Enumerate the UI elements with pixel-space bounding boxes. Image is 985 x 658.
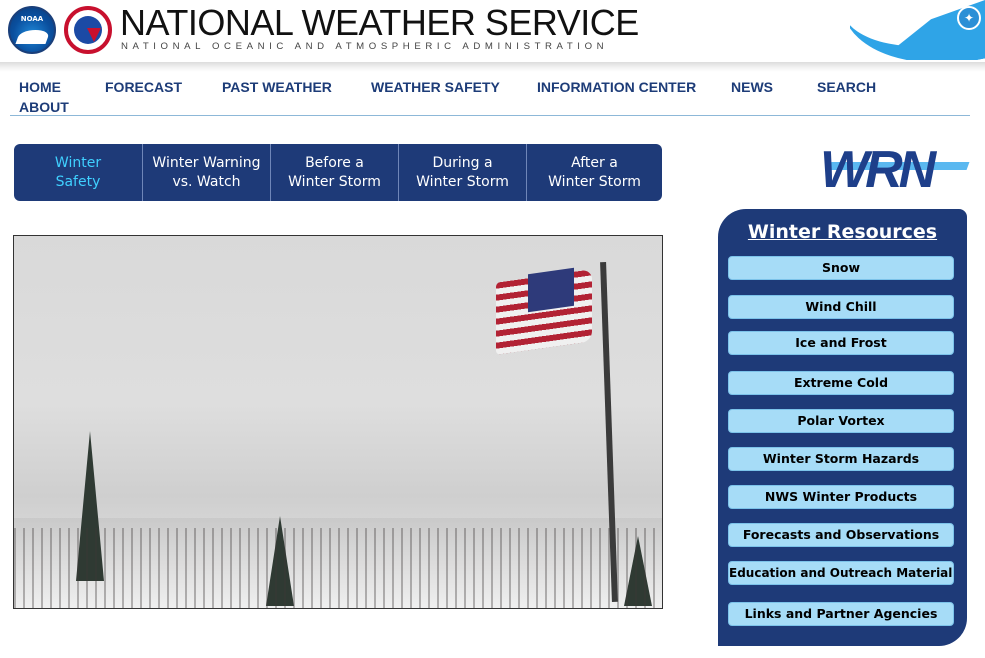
brush xyxy=(14,528,662,608)
main-nav: HOME FORECAST PAST WEATHER WEATHER SAFET… xyxy=(0,78,985,118)
nav-past-weather[interactable]: PAST WEATHER xyxy=(222,79,332,95)
site-subtitle: NATIONAL OCEANIC AND ATMOSPHERIC ADMINIS… xyxy=(121,41,609,52)
tab-label: During a Winter Storm xyxy=(416,154,509,190)
noaa-logo-text: NOAA xyxy=(20,15,44,23)
winter-resources-title[interactable]: Winter Resources xyxy=(718,221,967,243)
winter-safety-tabs: Winter Safety Winter Warning vs. Watch B… xyxy=(14,144,662,201)
tab-before-storm[interactable]: Before a Winter Storm xyxy=(271,144,399,201)
nav-information-center[interactable]: INFORMATION CENTER xyxy=(537,79,696,95)
winter-storm-photo xyxy=(13,235,663,609)
nws-logo-triangle-icon xyxy=(87,28,101,42)
tab-during-storm[interactable]: During a Winter Storm xyxy=(399,144,527,201)
tab-label: Winter Warning vs. Watch xyxy=(152,154,261,190)
wrn-logo[interactable]: WRN xyxy=(820,141,970,199)
tab-label: Winter Safety xyxy=(54,154,102,190)
nav-about[interactable]: ABOUT xyxy=(19,99,69,115)
resource-wind-chill[interactable]: Wind Chill xyxy=(728,295,954,319)
wrn-logo-text: WRN xyxy=(820,141,936,199)
resource-ice-and-frost[interactable]: Ice and Frost xyxy=(728,331,954,355)
resource-snow[interactable]: Snow xyxy=(728,256,954,280)
resource-polar-vortex[interactable]: Polar Vortex xyxy=(728,409,954,433)
resource-education-outreach[interactable]: Education and Outreach Materials xyxy=(728,561,954,585)
nws-logo[interactable] xyxy=(64,6,112,54)
resource-extreme-cold[interactable]: Extreme Cold xyxy=(728,371,954,395)
nav-news[interactable]: NEWS xyxy=(731,79,773,95)
noaa-bird-icon xyxy=(15,30,51,44)
nav-forecast[interactable]: FORECAST xyxy=(105,79,182,95)
tab-label: After a Winter Storm xyxy=(548,154,641,190)
resource-links-partner-agencies[interactable]: Links and Partner Agencies xyxy=(728,602,954,626)
nav-weather-safety[interactable]: WEATHER SAFETY xyxy=(371,79,500,95)
nav-search[interactable]: SEARCH xyxy=(817,79,876,95)
header-swoosh-decoration: ✦ xyxy=(850,0,985,60)
resource-nws-winter-products[interactable]: NWS Winter Products xyxy=(728,485,954,509)
header-divider xyxy=(0,62,985,72)
site-title[interactable]: NATIONAL WEATHER SERVICE xyxy=(120,4,639,42)
american-flag xyxy=(496,267,592,355)
nav-home[interactable]: HOME xyxy=(19,79,61,95)
flag-canton xyxy=(528,267,574,313)
tab-winter-safety[interactable]: Winter Safety xyxy=(14,144,143,201)
noaa-logo[interactable]: NOAA xyxy=(8,6,56,54)
site-header: NOAA NATIONAL WEATHER SERVICE NATIONAL O… xyxy=(0,0,985,62)
nav-divider xyxy=(10,115,970,116)
nws-logo-inner xyxy=(74,16,102,44)
resource-winter-storm-hazards[interactable]: Winter Storm Hazards xyxy=(728,447,954,471)
commerce-seal-icon[interactable]: ✦ xyxy=(957,6,981,30)
resource-forecasts-observations[interactable]: Forecasts and Observations xyxy=(728,523,954,547)
winter-resources-panel: Winter Resources Snow Wind Chill Ice and… xyxy=(718,209,967,646)
tab-warning-vs-watch[interactable]: Winter Warning vs. Watch xyxy=(143,144,271,201)
tab-after-storm[interactable]: After a Winter Storm xyxy=(527,144,662,201)
tab-label: Before a Winter Storm xyxy=(288,154,381,190)
